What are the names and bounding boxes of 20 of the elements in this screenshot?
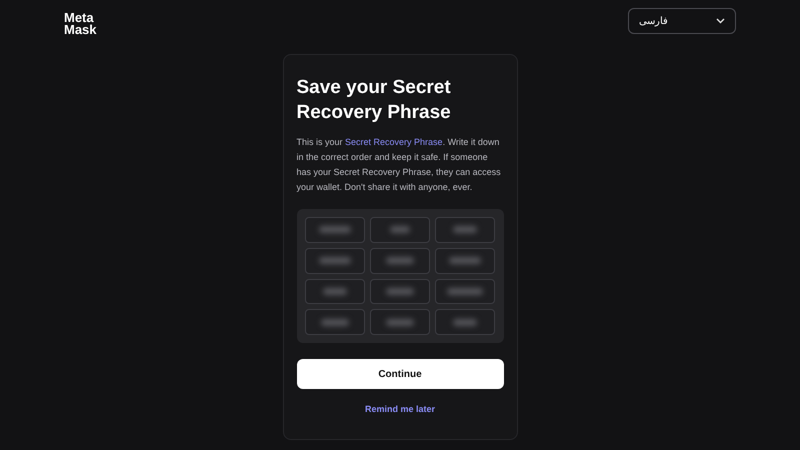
phrase-word (304, 278, 365, 304)
phrase-word (370, 278, 430, 304)
logo: Meta Mask (64, 12, 97, 36)
phrase-word (370, 309, 430, 335)
secret-phrase-link[interactable]: Secret Recovery Phrase (345, 137, 443, 147)
chevron-down-icon (716, 18, 725, 24)
phrase-word (435, 309, 496, 335)
phrase-word (304, 248, 365, 274)
description: This is your Secret Recovery Phrase. Write it down in the correct order and keep it safe. If someone has your Secret Recovery Phrase, they can access your wallet. Don't share it with anyone, ever. (296, 136, 502, 194)
card-title: Save your Secret Recovery Phrase (296, 76, 452, 125)
phrase-word (435, 217, 496, 243)
phrase-word (370, 248, 430, 274)
phrase-word (370, 217, 430, 243)
phrase-word (304, 309, 365, 335)
remind-later-link[interactable]: Remind me later (364, 403, 436, 416)
phrase-word (435, 248, 496, 274)
phrase-word (304, 217, 365, 243)
language-select[interactable]: فارسی (628, 8, 736, 34)
continue-button[interactable]: Continue (296, 359, 504, 389)
phrase-word (435, 278, 496, 304)
